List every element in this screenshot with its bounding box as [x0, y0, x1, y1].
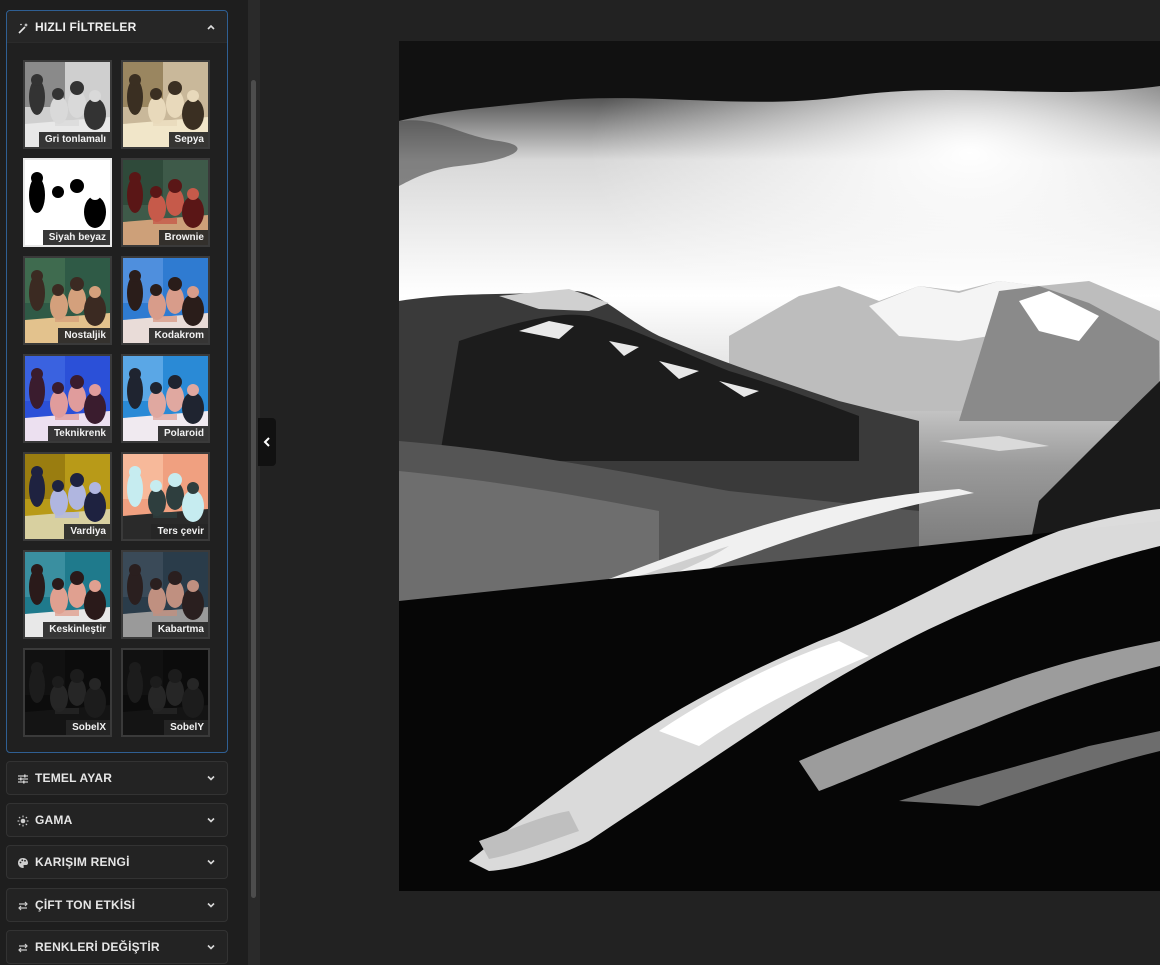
swap-icon	[17, 899, 29, 911]
chevron-down-icon[interactable]	[205, 899, 217, 911]
filter-thumbnail[interactable]: Siyah beyaz	[23, 158, 112, 247]
filter-label: Ters çevir	[151, 524, 208, 539]
sliders-icon	[17, 772, 29, 784]
chevron-down-icon[interactable]	[205, 856, 217, 868]
preview-image	[399, 41, 1160, 891]
filter-thumbnail[interactable]: Kodakrom	[121, 256, 210, 345]
chevron-up-icon[interactable]	[205, 21, 217, 33]
chevron-down-icon[interactable]	[205, 941, 217, 953]
blend-color-panel[interactable]: KARIŞIM RENGİ	[6, 845, 228, 879]
filter-sidebar: HIZLI FİLTRELER Gri tonlamalı Sepya Siyah …	[0, 0, 248, 965]
filter-label: Teknikrenk	[47, 426, 110, 441]
filter-thumbnail[interactable]: Sepya	[121, 60, 210, 149]
filter-thumbnail[interactable]: Gri tonlamalı	[23, 60, 112, 149]
filter-label: Keskinleştir	[43, 622, 110, 637]
filter-thumbnail[interactable]: Kabartma	[121, 550, 210, 639]
quick-filters-header[interactable]: HIZLI FİLTRELER	[7, 11, 227, 43]
filter-thumbnail[interactable]: Keskinleştir	[23, 550, 112, 639]
blend-color-title: KARIŞIM RENGİ	[35, 855, 130, 869]
filter-thumbnail[interactable]: SobelY	[121, 648, 210, 737]
filter-label: Gri tonlamalı	[38, 132, 110, 147]
filter-label: Brownie	[158, 230, 208, 245]
filter-thumbnail[interactable]: Brownie	[121, 158, 210, 247]
filter-thumbnail[interactable]: Teknikrenk	[23, 354, 112, 443]
swap-colors-title: RENKLERİ DEĞİŞTİR	[35, 940, 160, 954]
filter-thumbnail[interactable]: Vardiya	[23, 452, 112, 541]
chevron-left-icon	[263, 437, 270, 447]
chevron-down-icon[interactable]	[205, 814, 217, 826]
chevron-down-icon[interactable]	[205, 772, 217, 784]
duotone-panel[interactable]: ÇİFT TON ETKİSİ	[6, 888, 228, 922]
filter-thumbnail[interactable]: Polaroid	[121, 354, 210, 443]
sidebar-scrollbar-thumb[interactable]	[251, 80, 256, 898]
filter-label: Vardiya	[64, 524, 110, 539]
filter-label: SobelY	[164, 720, 208, 735]
magic-wand-icon	[17, 21, 29, 34]
quick-filters-title: HIZLI FİLTRELER	[35, 19, 137, 34]
filter-label: SobelX	[66, 720, 110, 735]
basic-settings-panel[interactable]: TEMEL AYAR	[6, 761, 228, 795]
gamma-title: GAMA	[35, 813, 73, 827]
filter-thumbnail[interactable]: Nostaljik	[23, 256, 112, 345]
collapse-sidebar-button[interactable]	[258, 418, 276, 466]
basic-settings-title: TEMEL AYAR	[35, 771, 113, 785]
palette-icon	[17, 856, 29, 868]
swap-colors-panel[interactable]: RENKLERİ DEĞİŞTİR	[6, 930, 228, 964]
filter-label: Siyah beyaz	[42, 230, 110, 245]
duotone-title: ÇİFT TON ETKİSİ	[35, 898, 136, 912]
filter-label: Polaroid	[157, 426, 208, 441]
sun-icon	[17, 814, 29, 827]
filter-thumbnail[interactable]: SobelX	[23, 648, 112, 737]
filter-label: Nostaljik	[58, 328, 110, 343]
filter-thumbnail[interactable]: Ters çevir	[121, 452, 210, 541]
filter-label: Kabartma	[151, 622, 208, 637]
gamma-panel[interactable]: GAMA	[6, 803, 228, 837]
filter-label: Kodakrom	[148, 328, 208, 343]
swap-icon	[17, 941, 29, 953]
filter-label: Sepya	[168, 132, 208, 147]
image-canvas[interactable]	[399, 41, 1160, 891]
